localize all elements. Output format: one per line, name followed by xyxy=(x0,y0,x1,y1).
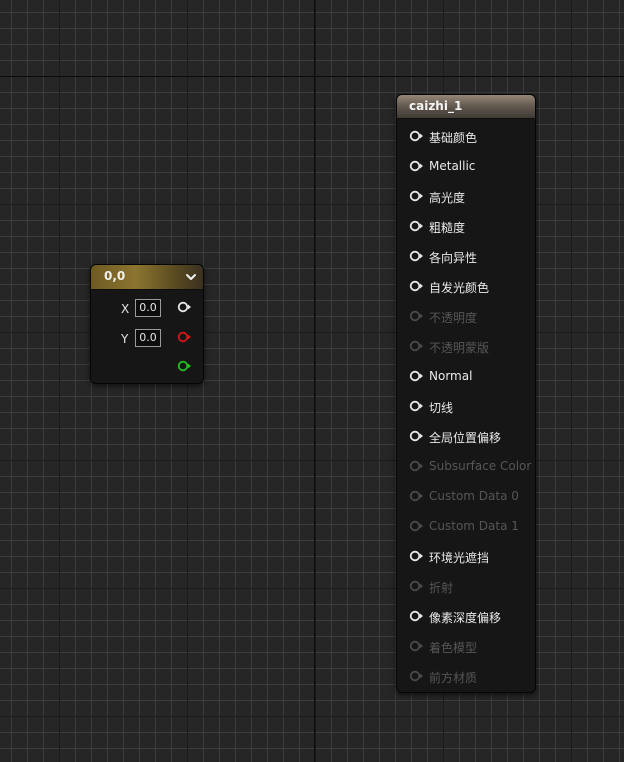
input-pin-icon[interactable] xyxy=(409,190,424,202)
pin-label: 不透明度 xyxy=(429,311,478,325)
input-pin-icon[interactable] xyxy=(409,460,424,472)
material-input-pin-row[interactable]: 环境光遮挡 xyxy=(409,547,533,565)
material-input-pin-row[interactable]: 基础颜色 xyxy=(409,127,533,145)
pin-label: 切线 xyxy=(429,401,454,415)
pin-label: 基础颜色 xyxy=(429,131,478,145)
input-pin-icon[interactable] xyxy=(409,280,424,292)
output-r-pin-icon[interactable] xyxy=(177,331,192,343)
pin-label: 前方材质 xyxy=(429,671,478,685)
material-input-pin-row[interactable]: 粗糙度 xyxy=(409,217,533,235)
node-title: 0,0 xyxy=(104,269,126,283)
pin-label: 高光度 xyxy=(429,191,466,205)
material-input-pin-row[interactable]: 像素深度偏移 xyxy=(409,607,533,625)
material-input-pin-row[interactable]: 着色模型 xyxy=(409,637,533,655)
input-pin-icon[interactable] xyxy=(409,370,424,382)
pin-label: 环境光遮挡 xyxy=(429,551,490,565)
material-input-pin-row[interactable]: 前方材质 xyxy=(409,667,533,685)
input-pin-icon[interactable] xyxy=(409,670,424,682)
material-input-pin-row[interactable]: Custom Data 1 xyxy=(409,517,533,535)
input-pin-icon[interactable] xyxy=(409,220,424,232)
output-pin-icon[interactable] xyxy=(177,301,192,313)
material-input-pin-row[interactable]: 折射 xyxy=(409,577,533,595)
input-pin-icon[interactable] xyxy=(409,130,424,142)
node-title: caizhi_1 xyxy=(409,99,463,113)
pin-label: 自发光颜色 xyxy=(429,281,490,295)
grid-origin-vertical-line xyxy=(314,0,315,762)
input-pin-icon[interactable] xyxy=(409,550,424,562)
pin-label: 像素深度偏移 xyxy=(429,611,502,625)
material-input-pin-row[interactable]: Metallic xyxy=(409,157,533,175)
output-g-pin-icon[interactable] xyxy=(177,360,192,372)
material-input-pin-row[interactable]: 切线 xyxy=(409,397,533,415)
input-pin-icon[interactable] xyxy=(409,340,424,352)
input-pin-icon[interactable] xyxy=(409,160,424,172)
grid-origin-horizontal-line xyxy=(0,76,624,77)
material-result-node[interactable]: caizhi_1 基础颜色 Metallic 高光度粗糙度各向异性自发光颜色不透明度… xyxy=(396,94,536,693)
material-input-pin-row[interactable]: 各向异性 xyxy=(409,247,533,265)
y-label: Y xyxy=(121,332,129,346)
pin-label: 粗糙度 xyxy=(429,221,466,235)
input-pin-icon[interactable] xyxy=(409,430,424,442)
pin-label: Subsurface Color xyxy=(429,459,532,473)
constant2vector-node[interactable]: 0,0 X 0.0 Y 0.0 xyxy=(90,264,204,384)
node-header[interactable]: 0,0 xyxy=(91,265,203,290)
input-pin-icon[interactable] xyxy=(409,400,424,412)
input-pin-icon[interactable] xyxy=(409,250,424,262)
material-input-pin-row[interactable]: 不透明蒙版 xyxy=(409,337,533,355)
x-input-row: X 0.0 xyxy=(91,299,203,319)
material-input-pin-row[interactable]: Custom Data 0 xyxy=(409,487,533,505)
chevron-down-icon[interactable] xyxy=(185,271,197,283)
input-pin-icon[interactable] xyxy=(409,610,424,622)
pin-label: 不透明蒙版 xyxy=(429,341,490,355)
input-pin-icon[interactable] xyxy=(409,520,424,532)
material-input-pin-row[interactable]: 自发光颜色 xyxy=(409,277,533,295)
node-header[interactable]: caizhi_1 xyxy=(397,95,535,119)
pin-label: 各向异性 xyxy=(429,251,478,265)
g-output-row xyxy=(91,359,203,379)
pin-label: Normal xyxy=(429,369,473,383)
pin-label: Metallic xyxy=(429,159,476,173)
input-pin-icon[interactable] xyxy=(409,640,424,652)
pin-label: Custom Data 0 xyxy=(429,489,519,503)
material-input-pin-row[interactable]: Subsurface Color xyxy=(409,457,533,475)
input-pin-icon[interactable] xyxy=(409,310,424,322)
y-value-field[interactable]: 0.0 xyxy=(135,329,161,347)
material-input-pin-row[interactable]: 全局位置偏移 xyxy=(409,427,533,445)
x-label: X xyxy=(121,302,130,316)
input-pin-icon[interactable] xyxy=(409,490,424,502)
pin-label: 折射 xyxy=(429,581,454,595)
material-input-pin-row[interactable]: 高光度 xyxy=(409,187,533,205)
y-input-row: Y 0.0 xyxy=(91,329,203,349)
pin-label: 全局位置偏移 xyxy=(429,431,502,445)
material-input-pin-row[interactable]: 不透明度 xyxy=(409,307,533,325)
input-pin-icon[interactable] xyxy=(409,580,424,592)
pin-label: 着色模型 xyxy=(429,641,478,655)
x-value-field[interactable]: 0.0 xyxy=(135,299,161,317)
material-input-pin-row[interactable]: Normal xyxy=(409,367,533,385)
pin-label: Custom Data 1 xyxy=(429,519,519,533)
